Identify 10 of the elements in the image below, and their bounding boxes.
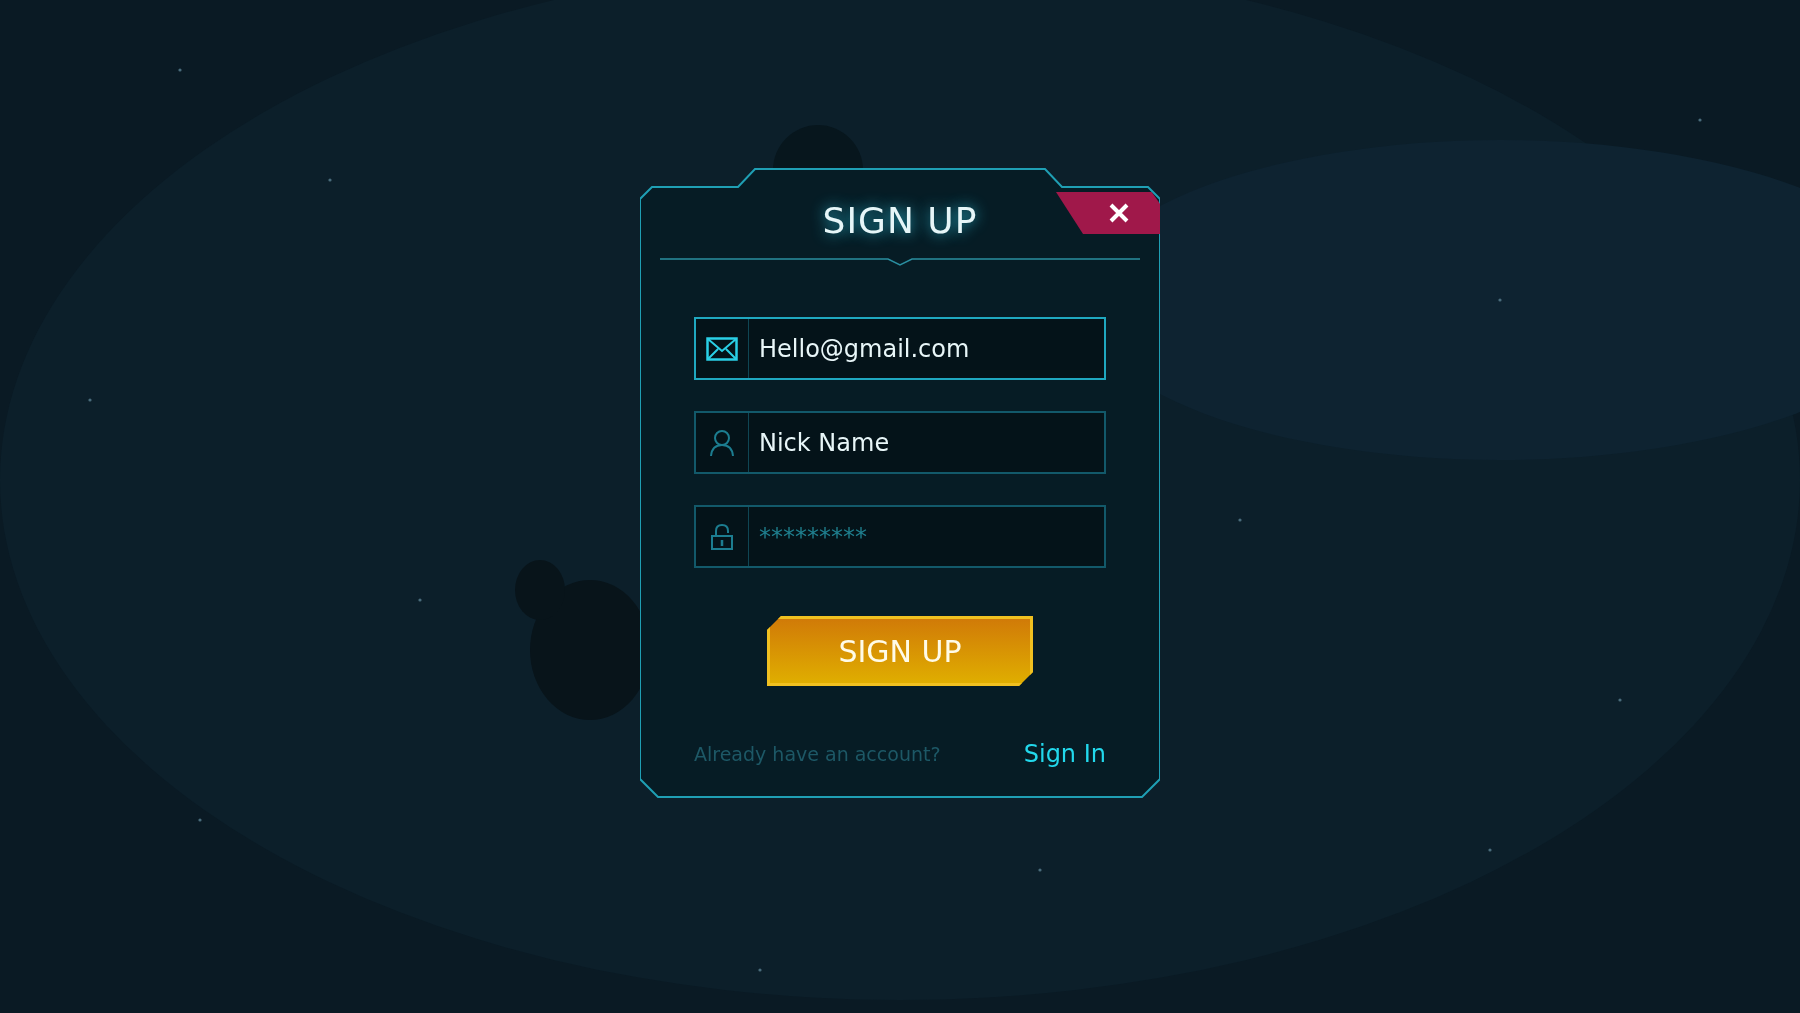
envelope-icon [706,336,738,361]
name-field[interactable]: Nick Name [694,411,1106,474]
password-field[interactable]: ********* [694,505,1106,568]
email-field[interactable]: Hello@gmail.com [694,317,1106,380]
dialog-title: SIGN UP [822,200,978,241]
close-icon [1108,202,1130,224]
user-icon [709,428,735,457]
lock-icon [710,522,734,551]
sign-in-link[interactable]: Sign In [1023,740,1106,768]
account-prompt: Already have an account? [694,743,941,765]
